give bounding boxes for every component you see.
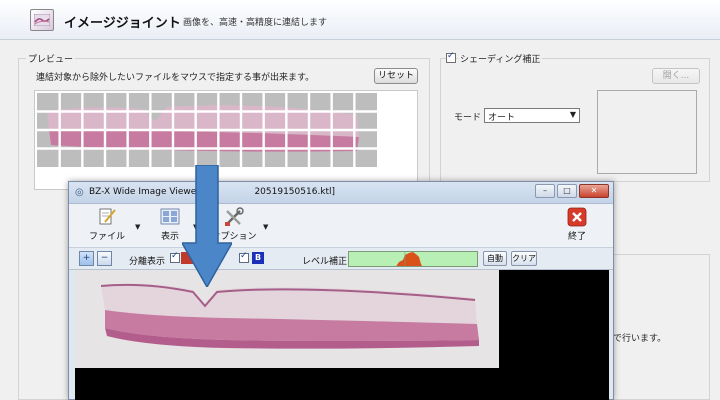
preview-hint: 連結対象から除外したいファイルをマウスで指定する事が出来ます。	[36, 73, 315, 83]
view-menu-button[interactable]: 表示	[155, 207, 185, 242]
app-title: イメージジョイント	[64, 16, 181, 31]
document-pen-icon	[96, 207, 118, 227]
level-correction-label: レベル補正	[302, 257, 348, 267]
app-logo-icon	[30, 9, 54, 31]
down-arrow-annotation	[182, 165, 232, 287]
lower-right-group	[614, 254, 710, 400]
viewer-app-icon: ◎	[75, 187, 84, 198]
auto-button[interactable]: 自動	[483, 251, 507, 266]
maximize-button[interactable]: □	[557, 184, 577, 198]
minimize-button[interactable]: –	[535, 184, 555, 198]
clear-button[interactable]: クリア	[511, 251, 537, 266]
preview-group-label: プレビュー	[26, 52, 76, 65]
app-subtitle: 画像を、高速・高精度に連結します	[183, 18, 328, 28]
file-menu-button[interactable]: ファイル	[87, 207, 127, 242]
shading-checkbox-label: シェーディング補正	[458, 52, 543, 65]
viewer-toolbar: ファイル ▼ 表示 ▼	[69, 204, 613, 248]
mode-select[interactable]: オート ▼	[484, 108, 580, 123]
mode-label: モード	[454, 113, 482, 123]
options-dropdown-icon[interactable]: ▼	[263, 223, 268, 231]
view-menu-label: 表示	[160, 232, 179, 242]
open-button[interactable]: 開く...	[652, 68, 700, 84]
file-menu-label: ファイル	[88, 232, 125, 242]
separate-display-label: 分離表示	[129, 257, 166, 267]
zoom-out-icon[interactable]: −	[97, 251, 112, 266]
channel-b-badge: B	[252, 252, 264, 264]
exit-label: 終了	[567, 232, 586, 242]
exit-x-icon	[566, 207, 588, 227]
wide-image-viewer-window: ◎ BZ-X Wide Image Viewer - [20519150516.…	[68, 181, 614, 400]
chevron-down-icon: ▼	[569, 110, 576, 119]
channel-r-checkbox[interactable]	[170, 251, 180, 263]
view-grid-icon	[159, 207, 181, 227]
viewer-title-file: 20519150516.ktl]	[254, 187, 336, 197]
exit-button[interactable]: 終了	[563, 207, 591, 242]
close-button[interactable]: ✕	[579, 184, 609, 198]
viewer-image-canvas[interactable]	[75, 270, 609, 400]
mode-select-value: オート	[488, 113, 516, 123]
stitched-tissue-image	[75, 270, 499, 368]
zoom-in-icon[interactable]: +	[79, 251, 94, 266]
preview-tile-grid[interactable]	[37, 93, 377, 167]
shading-checkbox[interactable]	[446, 51, 456, 63]
reset-button[interactable]: リセット	[374, 68, 418, 84]
viewer-subbar: + − 分離表示 B レベル補正 自動 クリア	[69, 248, 613, 270]
shading-image-box	[597, 90, 697, 174]
level-histogram[interactable]	[348, 251, 478, 267]
viewer-titlebar[interactable]: ◎ BZ-X Wide Image Viewer - [20519150516.…	[69, 182, 613, 204]
app-header: イメージジョイント 画像を、高速・高精度に連結します	[0, 0, 720, 40]
channel-b-checkbox[interactable]	[239, 251, 249, 263]
file-dropdown-icon[interactable]: ▼	[135, 223, 140, 231]
